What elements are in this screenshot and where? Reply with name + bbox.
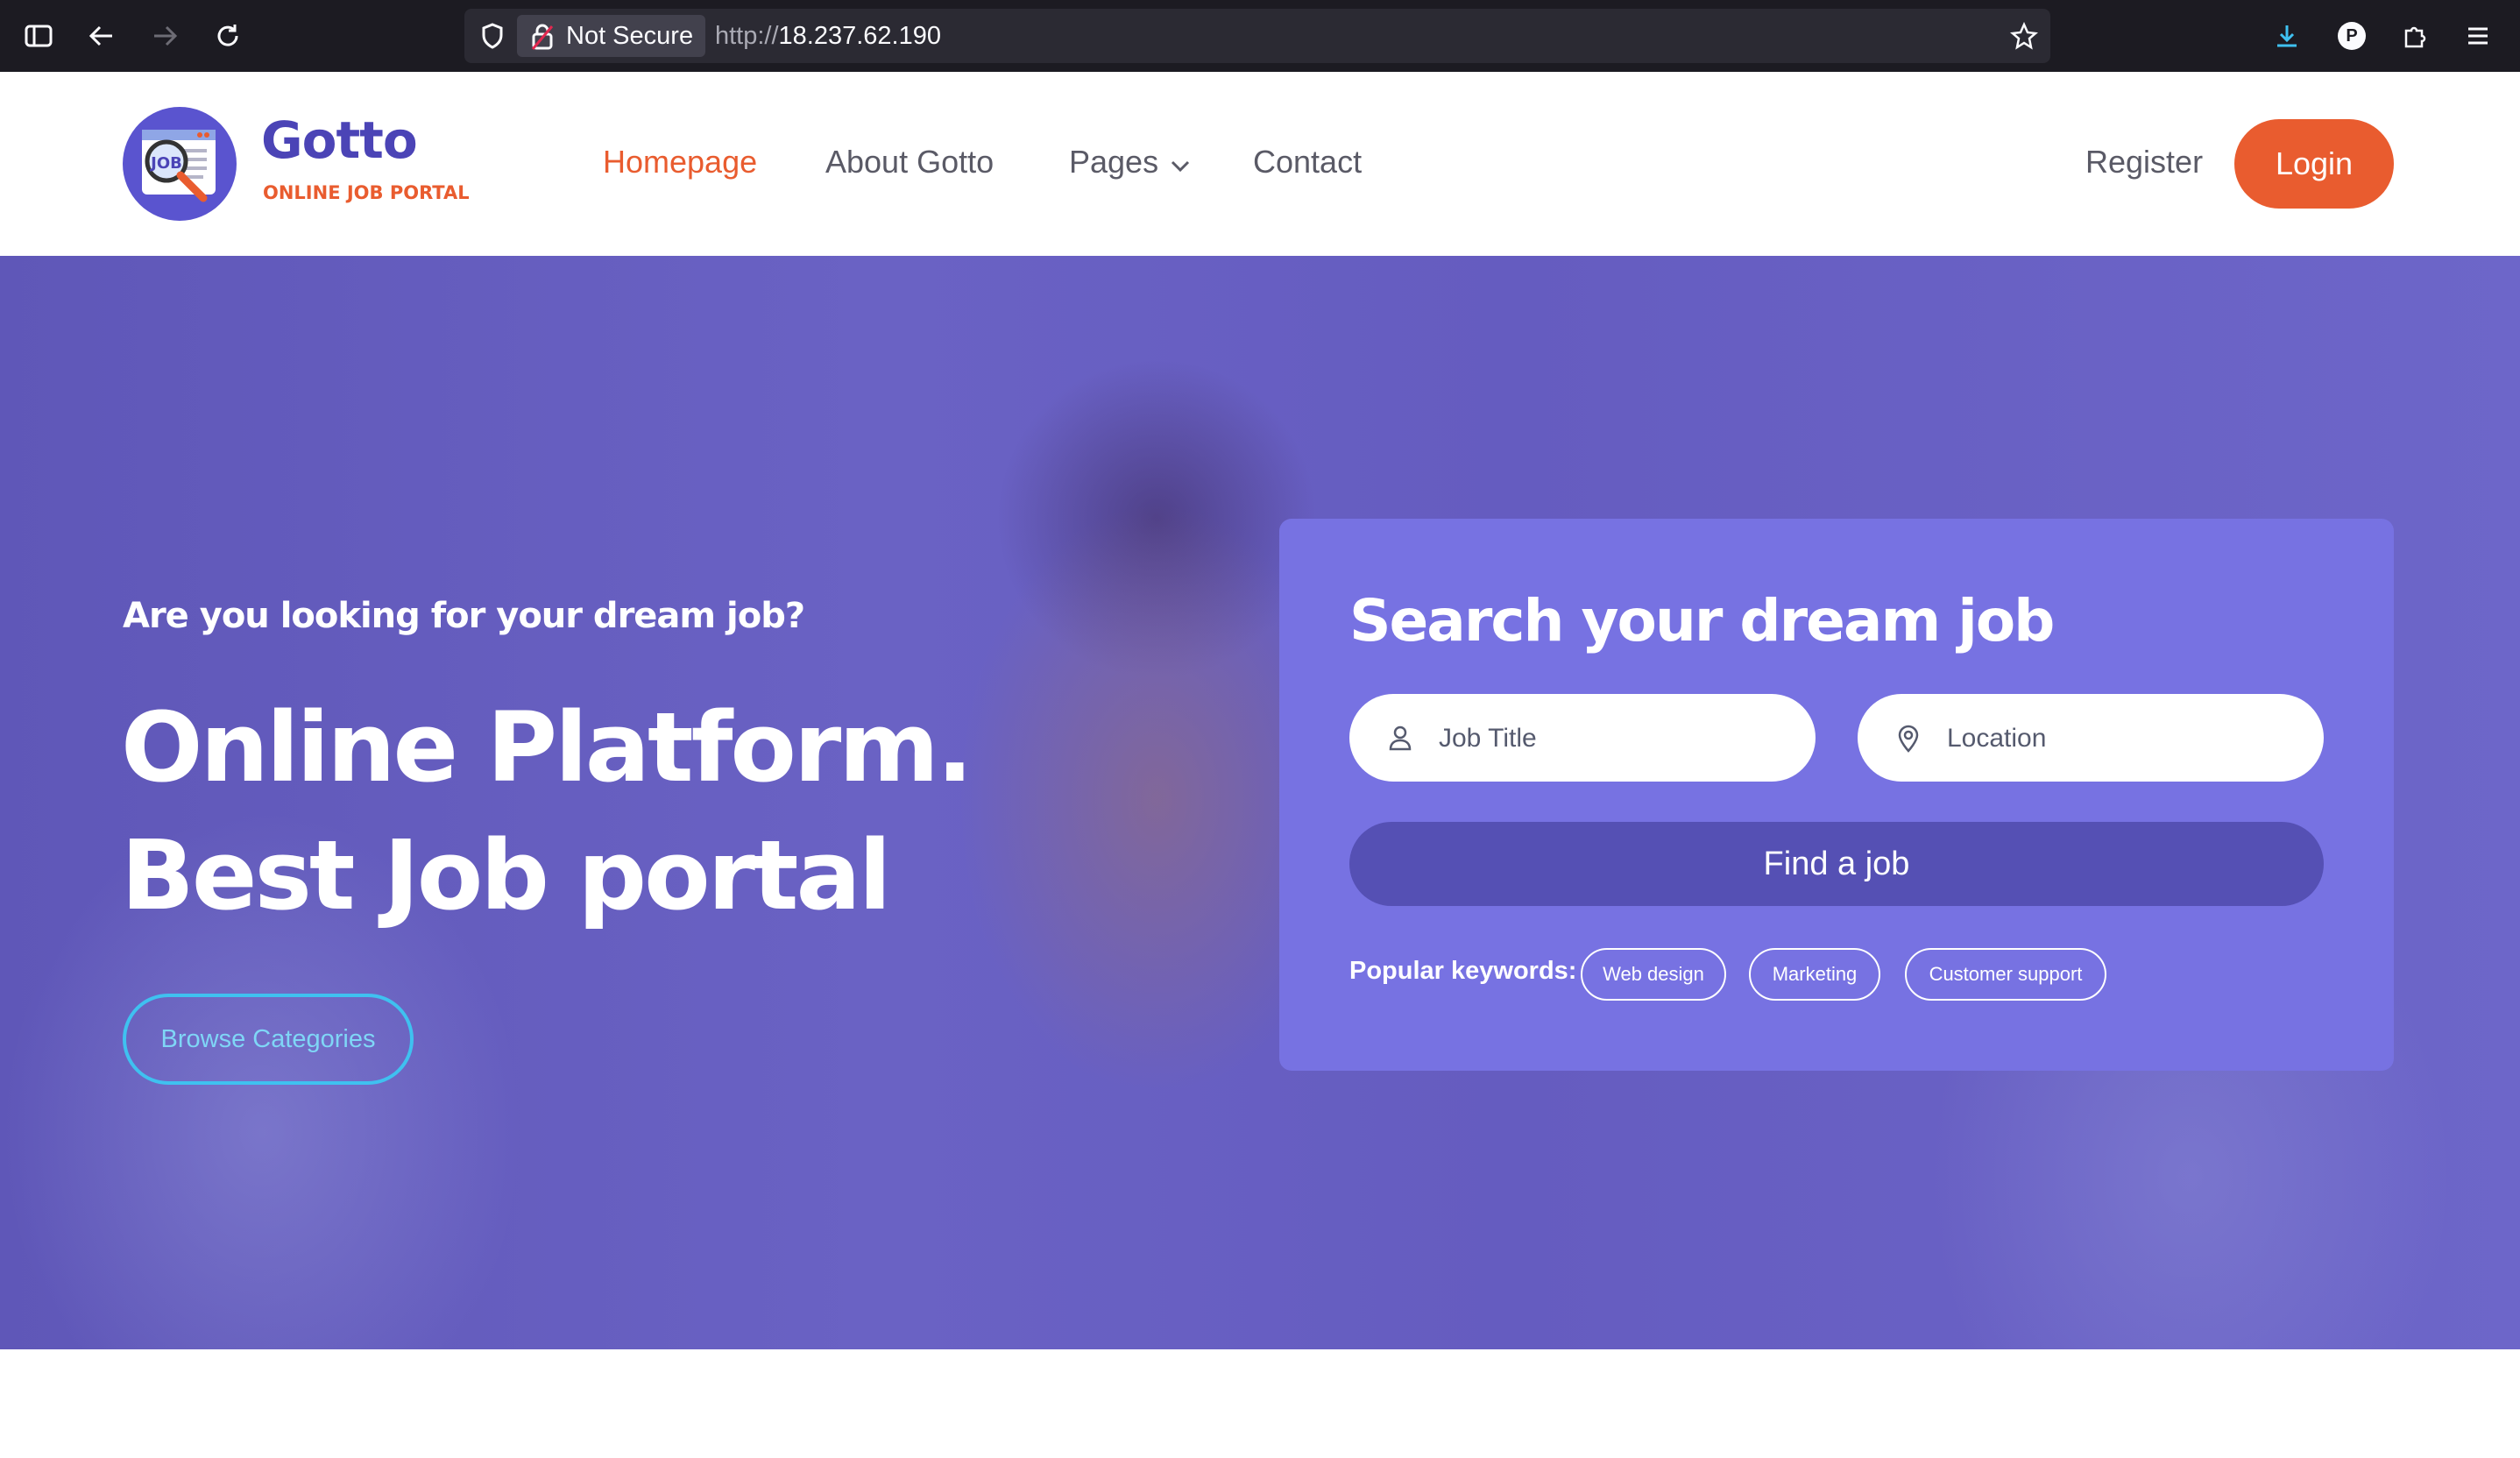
- brand-name[interactable]: Gotto: [261, 110, 418, 170]
- brand-logo[interactable]: JOB: [123, 107, 237, 221]
- url-protocol: http://: [715, 22, 779, 50]
- keyword-chip-marketing[interactable]: Marketing: [1749, 948, 1880, 1001]
- job-search-panel: Search your dream job Find a job Popular…: [1279, 519, 2394, 1071]
- job-title-field[interactable]: [1349, 694, 1816, 783]
- tracking-shield-icon[interactable]: [475, 18, 510, 54]
- hero-section: Are you looking for your dream job? Onli…: [0, 256, 2520, 1349]
- browse-categories-button[interactable]: Browse Categories: [123, 994, 414, 1085]
- svg-text:JOB: JOB: [149, 154, 182, 173]
- hero-title: Online Platform. Best Job portal: [121, 683, 973, 939]
- popular-keywords-label: Popular keywords:: [1349, 957, 1577, 985]
- map-pin-icon: [1896, 724, 1921, 758]
- nav-contact[interactable]: Contact: [1253, 144, 1362, 180]
- profile-initial: P: [2338, 22, 2366, 50]
- hero-title-line-2: Best Job portal: [121, 819, 891, 931]
- keyword-chip-web-design[interactable]: Web design: [1581, 948, 1726, 1001]
- user-icon: [1388, 724, 1412, 756]
- security-label: Not Secure: [566, 22, 694, 50]
- browser-toolbar: Not Secure http://18.237.62.190 P: [0, 0, 2520, 72]
- reload-icon[interactable]: [210, 18, 245, 54]
- register-link[interactable]: Register: [2085, 144, 2203, 180]
- site-header: JOB Gotto ONLINE JOB PORTAL Homepage Abo…: [0, 72, 2520, 256]
- forward-icon[interactable]: [147, 18, 182, 54]
- site-security-indicator[interactable]: Not Secure: [517, 15, 706, 57]
- brand-tagline: ONLINE JOB PORTAL: [263, 182, 470, 203]
- nav-pages-dropdown[interactable]: Pages: [1069, 144, 1190, 180]
- hero-subtitle: Are you looking for your dream job?: [123, 596, 805, 636]
- chevron-down-icon: [1171, 144, 1190, 180]
- address-bar[interactable]: Not Secure http://18.237.62.190: [464, 9, 2050, 63]
- login-button[interactable]: Login: [2234, 119, 2394, 209]
- hero-title-line-1: Online Platform.: [121, 691, 973, 803]
- location-field[interactable]: [1858, 694, 2324, 783]
- search-title: Search your dream job: [1349, 587, 2055, 655]
- profile-avatar-icon[interactable]: P: [2334, 18, 2369, 54]
- nav-about[interactable]: About Gotto: [825, 144, 994, 180]
- nav-homepage[interactable]: Homepage: [603, 144, 757, 180]
- bookmark-star-icon[interactable]: [2007, 18, 2042, 54]
- downloads-icon[interactable]: [2269, 18, 2304, 54]
- sidebar-toggle-icon[interactable]: [21, 18, 56, 54]
- url-host: 18.237.62.190: [778, 22, 942, 50]
- job-search-logo-icon: JOB: [142, 130, 216, 202]
- find-job-button[interactable]: Find a job: [1349, 822, 2324, 906]
- url-text[interactable]: http://18.237.62.190: [715, 9, 941, 63]
- insecure-lock-icon: [531, 22, 554, 64]
- menu-icon[interactable]: [2460, 18, 2495, 54]
- job-title-input[interactable]: [1437, 694, 1791, 783]
- keyword-chip-customer-support[interactable]: Customer support: [1905, 948, 2106, 1001]
- back-icon[interactable]: [84, 18, 119, 54]
- nav-pages-label: Pages: [1069, 144, 1159, 180]
- location-input[interactable]: [1945, 694, 2299, 783]
- extensions-icon[interactable]: [2397, 18, 2432, 54]
